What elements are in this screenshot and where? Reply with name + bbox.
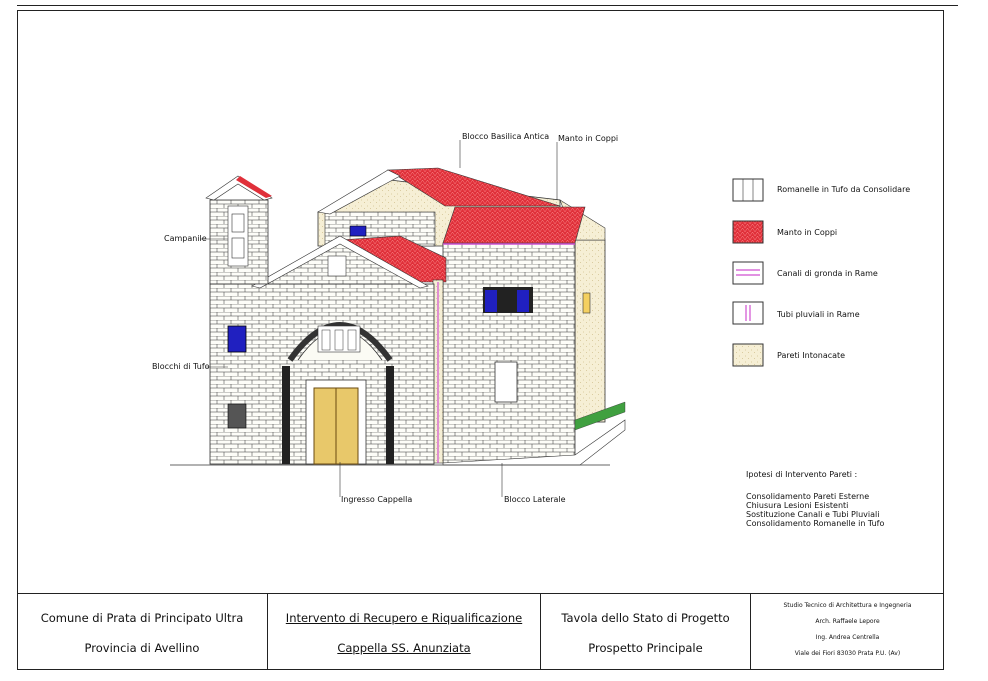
legend-item-canali: Canali di gronda in Rame — [777, 269, 878, 278]
cell-studio: Studio Tecnico di Architettura e Ingegne… — [751, 594, 944, 670]
label-ingresso: Ingresso Cappella — [341, 495, 413, 504]
label-blocchi-tufo: Blocchi di Tufo — [152, 362, 210, 371]
blocco-laterale — [442, 199, 626, 466]
studio-ing: Ing. Andrea Centrella — [815, 634, 880, 641]
label-manto-coppi: Manto in Coppi — [558, 134, 619, 143]
cappella-text: Cappella SS. Anunziata — [337, 641, 471, 655]
label-blocco-laterale: Blocco Laterale — [504, 495, 566, 504]
cell-tavola: Tavola dello Stato di Progetto Prospetto… — [541, 594, 751, 670]
cell-comune: Comune di Prata di Principato Ultra Prov… — [17, 594, 268, 670]
intervento-text: Intervento di Recupero e Riqualificazion… — [285, 611, 523, 625]
notes-item: Chiusura Lesioni Esistenti — [746, 501, 849, 510]
legend-item-tubi: Tubi pluviali in Rame — [777, 310, 860, 319]
studio-arch: Arch. Raffaele Lepore — [815, 618, 880, 625]
title-block: Comune di Prata di Principato Ultra Prov… — [17, 593, 944, 670]
studio-name: Studio Tecnico di Architettura e Ingegne… — [783, 602, 912, 609]
legend-swatches — [732, 178, 764, 367]
legend-item-coppi: Manto in Coppi — [777, 228, 838, 237]
window-front — [227, 325, 247, 353]
legend-item-intonaco: Pareti Intonacate — [777, 351, 846, 360]
prospetto-text: Prospetto Principale — [588, 641, 703, 655]
cell-intervento: Intervento di Recupero e Riqualificazion… — [268, 594, 541, 670]
provincia-text: Provincia di Avellino — [84, 641, 200, 655]
legend-item-romanelle: Romanelle in Tufo da Consolidare — [777, 185, 911, 194]
notes-title: Ipotesi di Intervento Pareti : — [746, 470, 858, 479]
label-blocco-basilica: Blocco Basilica Antica — [462, 132, 550, 141]
notes-item: Sostituzione Canali e Tubi Pluviali — [746, 510, 880, 519]
chapel-elevation-drawing — [170, 140, 764, 497]
tavola-text: Tavola dello Stato di Progetto — [561, 611, 730, 625]
roof-lateral — [442, 206, 586, 244]
notes-item: Consolidamento Pareti Esterne — [746, 492, 870, 501]
window-basilica — [349, 225, 367, 237]
studio-address: Viale dei Fiori 83030 Prata P.U. (Av) — [794, 650, 901, 657]
campanile — [205, 175, 273, 285]
blind-window — [494, 361, 518, 403]
label-campanile: Campanile — [164, 234, 207, 243]
comune-text: Comune di Prata di Principato Ultra — [40, 611, 244, 625]
notes-item: Consolidamento Romanelle in Tufo — [746, 519, 885, 528]
intervention-notes: Ipotesi di Intervento Pareti : Consolida… — [746, 470, 884, 528]
